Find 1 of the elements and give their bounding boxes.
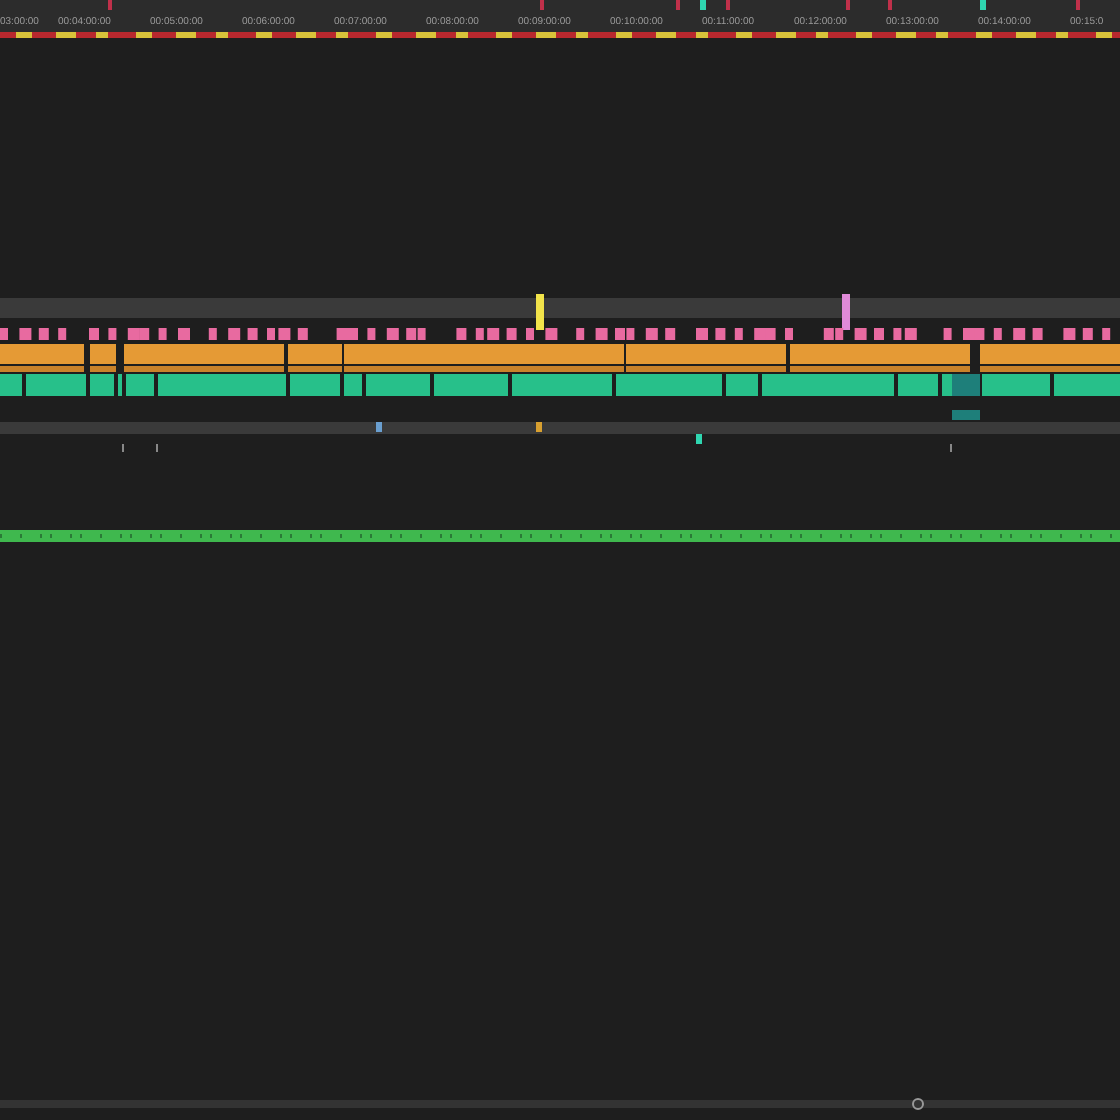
scroll-handle[interactable] [912, 1098, 924, 1110]
